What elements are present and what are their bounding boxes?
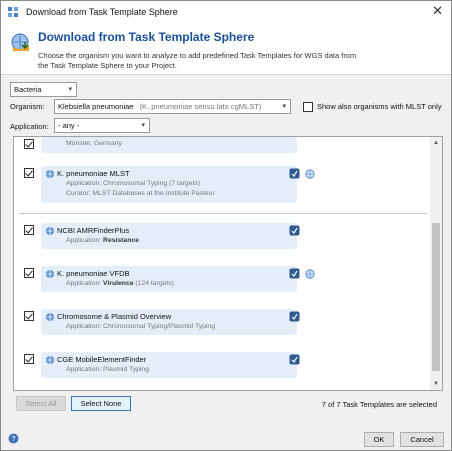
dialog-title: Download from Task Template Sphere [38,30,255,44]
title-bar: Download from Task Template Sphere ✕ [1,1,451,22]
svg-text:?: ? [11,434,15,443]
edit-template-icon[interactable] [289,311,300,322]
template-application: Application: Resistance [66,237,139,244]
application-label: Application: [10,122,49,131]
template-checkbox[interactable] [24,139,34,149]
task-template-list[interactable]: Münster, Germany K. pneumoniae MLST Appl… [13,136,443,391]
template-title: K. pneumoniae MLST [57,169,130,178]
show-mlst-label: Show also organisms with MLST only [317,102,442,111]
scroll-up-icon[interactable]: ▲ [430,137,442,149]
dialog-window: Download from Task Template Sphere ✕ Dow… [0,0,452,451]
chevron-down-icon: ▾ [282,103,286,110]
close-icon[interactable]: ✕ [432,4,443,18]
category-select[interactable]: Bacteria ▾ [10,82,77,97]
selection-status: 7 of 7 Task Templates are selected [321,400,437,409]
dialog-description: Choose the organism you want to analyze … [38,51,357,70]
edit-template-icon[interactable] [289,268,300,279]
scrollbar-thumb[interactable] [432,223,440,371]
template-card-partial[interactable]: Münster, Germany [41,137,297,153]
template-application: Application: Chromosomal Typing (7 targe… [66,180,201,187]
template-application: Application: Plasmid Typing [66,366,149,373]
organism-hint: (K. pneumoniae sensu lato cgMLST) [139,102,262,111]
app-icon [8,6,18,17]
show-mlst-checkbox[interactable] [303,102,313,112]
template-checkbox-vfdb[interactable] [24,268,34,278]
vertical-scrollbar[interactable]: ▲ ▼ [430,137,442,390]
template-card-vfdb[interactable]: K. pneumoniae VFDB Application: Virulenc… [41,266,297,292]
template-application: Application: Chromosomal Typing/Plasmid … [66,323,215,330]
template-icon [46,227,54,235]
ok-button[interactable]: OK [364,432,394,447]
template-icon [46,270,54,278]
window-title: Download from Task Template Sphere [26,6,178,17]
edit-template-icon[interactable] [289,354,300,365]
help-icon[interactable]: ? [8,433,19,444]
template-icon [46,313,54,321]
dialog-header: Download from Task Template Sphere Choos… [1,22,451,75]
template-application: Application: Virulence (124 targets) [66,280,174,287]
template-line: Münster, Germany [66,140,122,147]
template-card-mlst[interactable]: K. pneumoniae MLST Application: Chromoso… [41,166,297,203]
category-value: Bacteria [14,85,42,94]
organism-value: Klebsiella pneumoniae [58,102,134,111]
chevron-down-icon: ▾ [68,86,72,93]
template-checkbox-overview[interactable] [24,311,34,321]
edit-template-icon[interactable] [289,225,300,236]
info-globe-icon[interactable] [305,269,315,279]
cancel-button[interactable]: Cancel [400,432,444,447]
template-title: K. pneumoniae VFDB [57,269,130,278]
template-title: NCBI AMRFinderPlus [57,226,130,235]
select-none-button[interactable]: Select None [71,396,131,411]
organism-label: Organism: [10,102,45,111]
template-card-amrfinder[interactable]: NCBI AMRFinderPlus Application: Resistan… [41,223,297,249]
template-checkbox-amrfinder[interactable] [24,225,34,235]
template-checkbox-mobileelement[interactable] [24,354,34,364]
select-all-button[interactable]: Select All [16,396,66,411]
template-icon [46,356,54,364]
template-card-mobileelement[interactable]: CGE MobileElementFinder Application: Pla… [41,352,297,378]
organism-combo[interactable]: Klebsiella pneumoniae (K. pneumoniae sen… [54,99,291,114]
info-globe-icon[interactable] [305,169,315,179]
application-value: - any - [58,121,80,130]
chevron-down-icon: ▾ [141,122,145,129]
template-curator: Curator: MLST Databases at the Institute… [66,190,215,197]
group-divider [19,213,427,214]
template-title: Chromosome & Plasmid Overview [57,312,172,321]
scroll-down-icon[interactable]: ▼ [430,378,442,390]
download-globe-icon [11,33,29,51]
template-card-overview[interactable]: Chromosome & Plasmid Overview Applicatio… [41,309,297,335]
template-icon [46,170,54,178]
application-select[interactable]: - any - ▾ [54,118,150,133]
template-title: CGE MobileElementFinder [57,355,147,364]
template-checkbox-mlst[interactable] [24,168,34,178]
edit-template-icon[interactable] [289,168,300,179]
